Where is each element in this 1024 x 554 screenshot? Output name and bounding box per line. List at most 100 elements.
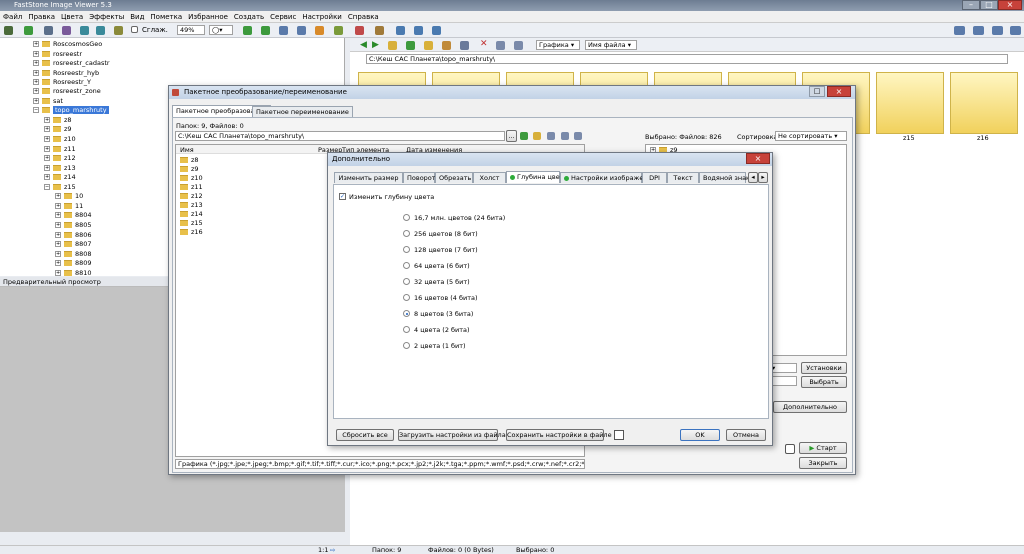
ok-button[interactable]: OK xyxy=(680,429,720,441)
save-settings-button[interactable]: Сохранить настройки в файле xyxy=(506,429,612,441)
tree-item[interactable]: +8804 xyxy=(55,210,92,220)
refresh-icon[interactable] xyxy=(406,41,415,50)
path-field[interactable]: C:\Кеш САС Планета\topo_marshruty\ xyxy=(366,54,1008,64)
zoom-select[interactable]: 49% xyxy=(177,25,205,35)
tree-item[interactable]: +10 xyxy=(55,191,83,201)
menu-item-colors[interactable]: Цвета xyxy=(58,11,86,23)
move-icon[interactable] xyxy=(460,41,469,50)
tree-item[interactable]: + rosreestr_cadastr xyxy=(33,58,110,68)
back-arrow-icon[interactable]: ◀ xyxy=(360,40,367,50)
close-button[interactable]: Закрыть xyxy=(799,457,847,469)
email-icon[interactable] xyxy=(396,26,405,35)
expand-icon[interactable]: + xyxy=(44,146,50,152)
expand-icon[interactable]: + xyxy=(33,70,39,76)
change-depth-checkbox[interactable]: ✓ xyxy=(339,193,346,200)
format-select[interactable]: ▾ xyxy=(769,363,797,373)
expand-icon[interactable]: + xyxy=(33,98,39,104)
list-view-icon[interactable] xyxy=(514,41,523,50)
details-view-icon[interactable] xyxy=(496,41,505,50)
tree-item[interactable]: + z14 xyxy=(44,172,76,182)
zoom-in-icon[interactable] xyxy=(80,26,89,35)
menu-item-view[interactable]: Вид xyxy=(127,11,147,23)
tab-scroll-left[interactable]: ◂ xyxy=(748,172,758,183)
print-icon[interactable] xyxy=(62,26,71,35)
close-window-button[interactable]: × xyxy=(998,0,1022,10)
file-type-filter[interactable]: Графика (*.jpg;*.jpe;*.jpeg;*.bmp;*.gif;… xyxy=(175,459,585,469)
layout2-icon[interactable] xyxy=(973,26,984,35)
cancel-button[interactable]: Отмена xyxy=(726,429,766,441)
menu-item-create[interactable]: Создать xyxy=(231,11,267,23)
delete-file-icon[interactable]: ✕ xyxy=(480,39,488,49)
expand-icon[interactable]: + xyxy=(33,41,39,47)
new-folder-icon[interactable] xyxy=(424,41,433,50)
menu-item-tools[interactable]: Сервис xyxy=(267,11,299,23)
slideshow-icon[interactable] xyxy=(414,26,423,35)
start-button[interactable]: ▶ Старт xyxy=(799,442,847,454)
layout-icon[interactable] xyxy=(954,26,965,35)
collapse-icon[interactable]: − xyxy=(44,184,50,190)
folder-up-icon[interactable] xyxy=(388,41,397,50)
radio-8bit[interactable] xyxy=(403,230,410,237)
thumbnail-z16[interactable] xyxy=(950,72,1018,134)
file-filter-select[interactable]: Графика ▾ xyxy=(536,40,580,50)
choose-folder-button[interactable]: Выбрать xyxy=(801,376,847,388)
tree-item[interactable]: +8807 xyxy=(55,239,92,249)
tab-canvas[interactable]: Холст xyxy=(473,172,506,183)
expand-icon[interactable]: + xyxy=(33,51,39,57)
expand-icon[interactable]: + xyxy=(55,232,61,238)
open-icon[interactable] xyxy=(4,26,13,35)
save-icon[interactable] xyxy=(44,26,53,35)
dialog-minimize-button[interactable]: □ xyxy=(809,86,825,97)
radio-6bit[interactable] xyxy=(403,262,410,269)
compare-icon[interactable] xyxy=(375,26,384,35)
expand-icon[interactable]: + xyxy=(44,174,50,180)
expand-icon[interactable]: + xyxy=(33,79,39,85)
tree-item[interactable]: + z12 xyxy=(44,153,76,163)
view-mode-select[interactable]: ◯▾ xyxy=(209,25,233,35)
tree-item[interactable]: + rosreestr_zone xyxy=(33,86,101,96)
grid-view-icon[interactable] xyxy=(574,132,582,140)
tree-item[interactable]: +8805 xyxy=(55,220,92,230)
tree-item-selected[interactable]: − topo_marshruty xyxy=(33,105,109,115)
rotate-right-icon[interactable] xyxy=(261,26,270,35)
menu-item-edit[interactable]: Правка xyxy=(25,11,58,23)
expand-icon[interactable]: + xyxy=(55,203,61,209)
tab-crop[interactable]: Обрезать xyxy=(435,172,473,183)
browse-button[interactable]: … xyxy=(506,130,517,142)
expand-icon[interactable]: + xyxy=(44,155,50,161)
forward-arrow-icon[interactable]: ▶ xyxy=(372,40,379,50)
folder-icon[interactable] xyxy=(533,132,541,140)
tab-scroll-right[interactable]: ▸ xyxy=(758,172,768,183)
tab-image-settings[interactable]: Настройки изображения xyxy=(560,172,656,183)
radio-24bit[interactable] xyxy=(403,214,410,221)
batch-sort-select[interactable]: Не сортировать ▾ xyxy=(775,131,847,141)
expand-icon[interactable]: + xyxy=(44,117,50,123)
load-settings-button[interactable]: Загрузить настройки из файла xyxy=(398,429,506,441)
expand-icon[interactable]: + xyxy=(55,251,61,257)
collapse-icon[interactable]: − xyxy=(33,107,39,113)
list-item[interactable]: z16 xyxy=(180,227,203,237)
fit-icon[interactable] xyxy=(114,26,123,35)
expand-icon[interactable]: + xyxy=(33,88,39,94)
radio-4bit[interactable] xyxy=(403,294,410,301)
expand-icon[interactable]: + xyxy=(55,241,61,247)
acquire-icon[interactable] xyxy=(24,26,33,35)
next-arrow-icon[interactable]: ⇨ xyxy=(330,546,335,554)
expand-icon[interactable]: + xyxy=(44,136,50,142)
radio-7bit[interactable] xyxy=(403,246,410,253)
menu-item-tag[interactable]: Пометка xyxy=(147,11,185,23)
output-folder-field[interactable] xyxy=(769,376,797,386)
menu-item-file[interactable]: Файл xyxy=(0,11,25,23)
advanced-button[interactable]: Дополнительно xyxy=(773,401,847,413)
tree-item[interactable]: + RoscosmosGeo xyxy=(33,39,102,49)
thumbnail-z15[interactable] xyxy=(876,72,944,134)
expand-icon[interactable]: + xyxy=(55,193,61,199)
tab-text[interactable]: Текст xyxy=(667,172,699,183)
smooth-checkbox[interactable] xyxy=(131,26,138,33)
tree-item[interactable]: + z9 xyxy=(44,124,72,134)
tab-color-depth[interactable]: Глубина цвета xyxy=(506,171,568,183)
layout3-icon[interactable] xyxy=(992,26,1003,35)
tree-item[interactable]: + z10 xyxy=(44,134,76,144)
radio-3bit-selected[interactable] xyxy=(403,310,410,317)
tree-item[interactable]: +8810 xyxy=(55,268,92,276)
